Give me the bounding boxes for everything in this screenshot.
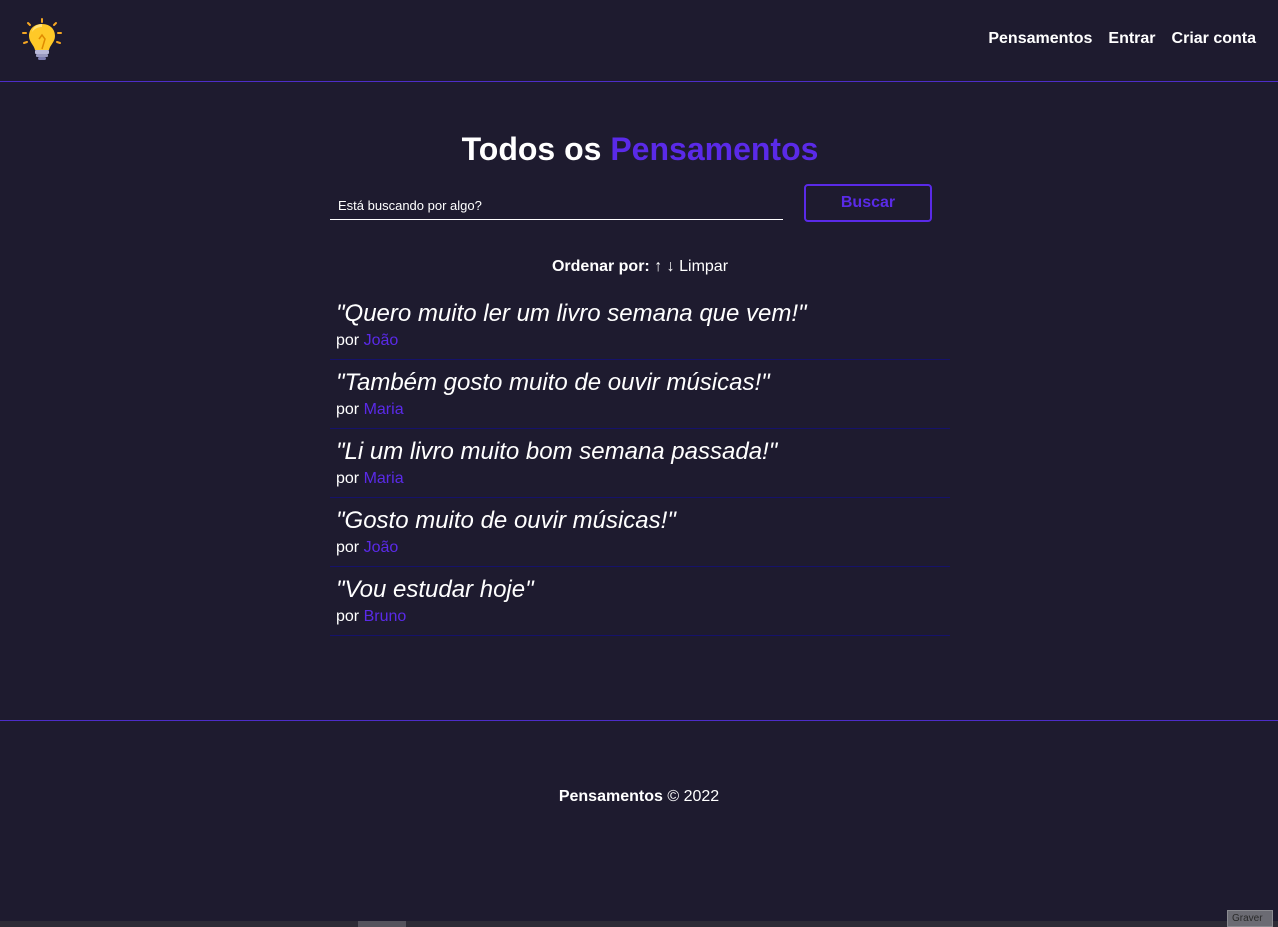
nav-link-entrar[interactable]: Entrar xyxy=(1108,30,1155,48)
thought-author: por Maria xyxy=(336,469,950,489)
page-title-prefix: Todos os xyxy=(461,131,602,167)
page: Pensamentos Entrar Criar conta Todos os … xyxy=(0,0,1278,927)
horizontal-scrollbar[interactable] xyxy=(0,921,1278,927)
thought-author: por Bruno xyxy=(336,607,950,627)
author-name: Bruno xyxy=(363,608,407,625)
record-button[interactable]: Graver xyxy=(1227,910,1273,927)
thought-author: por João xyxy=(336,331,950,351)
footer-copyright: © 2022 xyxy=(667,788,720,805)
thought-item: "Vou estudar hoje" por Bruno xyxy=(330,567,950,636)
order-bar: Ordenar por: ↑ ↓ Limpar xyxy=(330,257,950,277)
author-prefix: por xyxy=(336,401,360,418)
navbar: Pensamentos Entrar Criar conta xyxy=(0,0,1278,82)
thought-text: "Quero muito ler um livro semana que vem… xyxy=(336,300,807,327)
thought-text: "Li um livro muito bom semana passada!" xyxy=(336,438,778,465)
author-prefix: por xyxy=(336,332,360,349)
footer: Pensamentos © 2022 xyxy=(0,720,1278,920)
footer-text: Pensamentos © 2022 xyxy=(0,787,1278,807)
thought-item: "Li um livro muito bom semana passada!" … xyxy=(330,429,950,498)
author-name: João xyxy=(363,332,399,349)
thought-list: "Quero muito ler um livro semana que vem… xyxy=(330,291,950,636)
page-title-accent: Pensamentos xyxy=(610,131,819,167)
author-prefix: por xyxy=(336,608,360,625)
footer-brand: Pensamentos xyxy=(558,788,663,805)
nav-links: Pensamentos Entrar Criar conta xyxy=(988,30,1256,48)
order-label: Ordenar por: xyxy=(551,258,650,275)
search-button[interactable]: Buscar xyxy=(804,184,932,222)
author-prefix: por xyxy=(336,470,360,487)
thought-author: por Maria xyxy=(336,400,950,420)
nav-link-pensamentos[interactable]: Pensamentos xyxy=(988,30,1092,48)
lightbulb-icon[interactable] xyxy=(20,17,64,61)
sort-asc-link[interactable]: ↑ xyxy=(654,258,662,275)
author-prefix: por xyxy=(336,539,360,556)
author-name: João xyxy=(363,539,399,556)
thought-item: "Também gosto muito de ouvir músicas!" p… xyxy=(330,360,950,429)
page-title: Todos os Pensamentos xyxy=(330,130,950,168)
scrollbar-thumb[interactable] xyxy=(358,921,406,927)
nav-link-criar-conta[interactable]: Criar conta xyxy=(1172,30,1256,48)
thought-item: "Quero muito ler um livro semana que vem… xyxy=(330,291,950,360)
search-form: Buscar xyxy=(330,184,950,224)
thought-text: "Também gosto muito de ouvir músicas!" xyxy=(336,369,770,396)
author-name: Maria xyxy=(363,470,404,487)
thought-item: "Gosto muito de ouvir músicas!" por João xyxy=(330,498,950,567)
clear-sort-link[interactable]: Limpar xyxy=(679,258,728,275)
thought-text: "Gosto muito de ouvir músicas!" xyxy=(336,507,676,534)
thought-text: "Vou estudar hoje" xyxy=(336,576,534,603)
author-name: Maria xyxy=(363,401,404,418)
sort-desc-link[interactable]: ↓ xyxy=(667,258,675,275)
thought-author: por João xyxy=(336,538,950,558)
search-input[interactable] xyxy=(330,192,783,220)
